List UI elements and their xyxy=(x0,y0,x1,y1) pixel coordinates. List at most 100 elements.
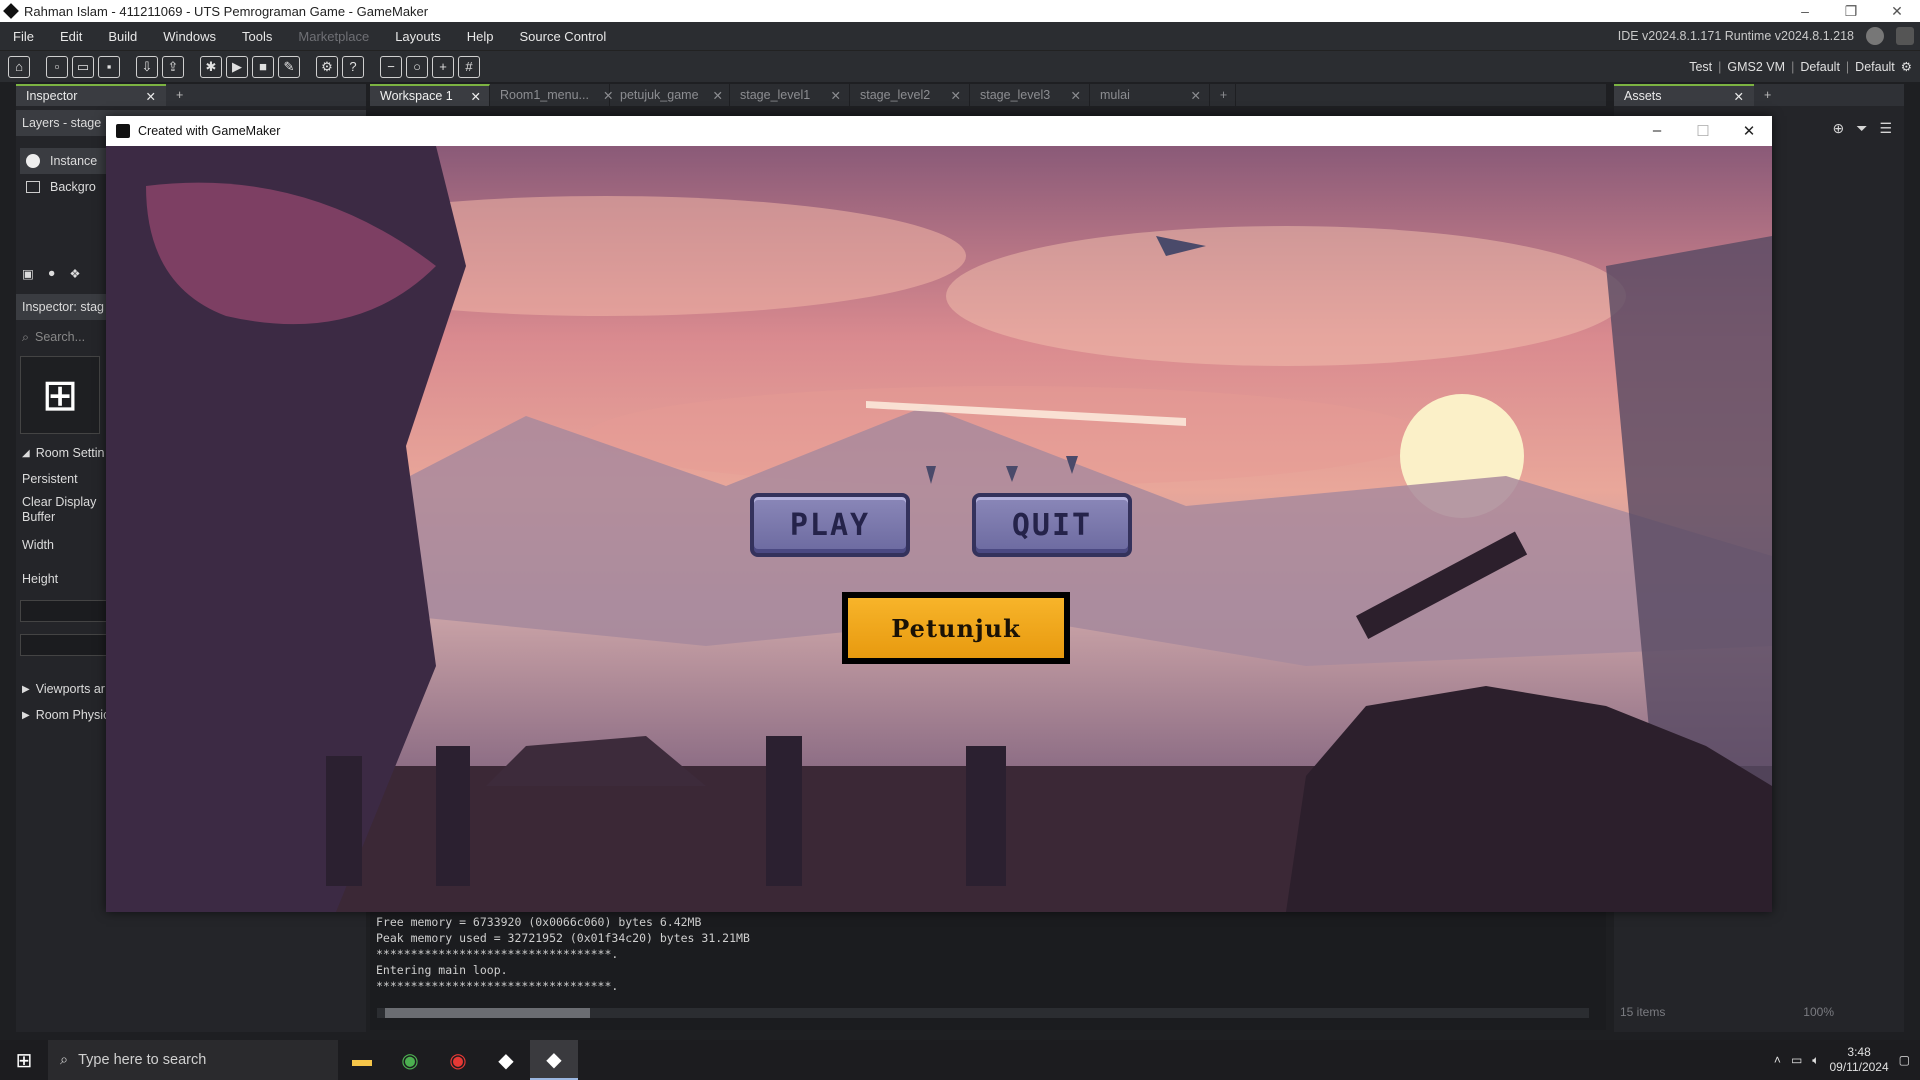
open-project-icon[interactable]: ▭ xyxy=(72,55,94,78)
menu-help[interactable]: Help xyxy=(454,29,507,44)
search-icon: ⌕ xyxy=(22,329,30,344)
target-vm[interactable]: GMS2 VM xyxy=(1727,60,1785,74)
gamemaker-logo-icon xyxy=(3,3,19,19)
restore-button[interactable]: ❐ xyxy=(1828,3,1874,20)
menu-build[interactable]: Build xyxy=(95,29,150,44)
taskbar-search[interactable]: ⌕ Type here to search xyxy=(48,1040,338,1080)
clear-display-buffer-label: Clear Display Buffer xyxy=(22,495,97,524)
add-asset-icon[interactable]: ⊕ xyxy=(1833,120,1845,137)
close-icon[interactable]: ✕ xyxy=(146,89,156,104)
version-info: IDE v2024.8.1.171 Runtime v2024.8.1.218 xyxy=(1617,29,1854,43)
tab-stage-level2[interactable]: stage_level2 ✕ xyxy=(850,84,970,106)
settings-icon[interactable]: ⚙ xyxy=(316,55,338,78)
gamemaker-game-icon[interactable]: ◆ xyxy=(530,1040,578,1080)
zoom-in-icon[interactable]: + xyxy=(432,55,454,78)
save-icon[interactable]: ▪ xyxy=(98,55,120,78)
target-gear-icon[interactable]: ⚙ xyxy=(1901,59,1912,74)
game-window-title: Created with GameMaker xyxy=(138,124,281,138)
new-project-icon[interactable]: ▫ xyxy=(46,55,68,78)
menu-file[interactable]: File xyxy=(0,29,47,44)
package-icon[interactable]: ⇩ xyxy=(136,55,158,78)
zoom-reset-icon[interactable]: ○ xyxy=(406,55,428,78)
close-button[interactable]: ✕ xyxy=(1726,122,1772,140)
tab-assets[interactable]: Assets ✕ xyxy=(1614,84,1754,106)
close-icon[interactable]: ✕ xyxy=(1191,88,1201,103)
network-icon[interactable]: ▭ xyxy=(1791,1053,1802,1067)
maximize-button[interactable]: ☐ xyxy=(1680,122,1726,140)
tab-stage-level1[interactable]: stage_level1 ✕ xyxy=(730,84,850,106)
minimize-button[interactable]: – xyxy=(1782,3,1828,20)
menu-icon[interactable]: ☰ xyxy=(1879,120,1892,137)
help-icon[interactable]: ? xyxy=(342,55,364,78)
gamemaker-ide-icon[interactable]: ◆ xyxy=(482,1040,530,1080)
volume-icon[interactable]: 🔈︎ xyxy=(1812,1053,1819,1068)
create-exe-icon[interactable]: ⇪ xyxy=(162,55,184,78)
workspace-tabs: Workspace 1 ✕ Room1_menu... ✕ petujuk_game… xyxy=(370,84,1606,106)
ide-window-title: Rahman Islam - 411211069 - UTS Pemrogram… xyxy=(24,3,429,19)
menu-tools[interactable]: Tools xyxy=(229,29,285,44)
output-scrollbar[interactable] xyxy=(377,1008,1589,1018)
system-tray: ˄ ▭ 🔈︎ 3:48 09/11/2024 ▢ xyxy=(1774,1045,1920,1075)
target-test[interactable]: Test xyxy=(1689,60,1712,74)
menu-source-control[interactable]: Source Control xyxy=(507,29,620,44)
close-icon[interactable]: ✕ xyxy=(951,88,961,103)
tab-petujuk-game[interactable]: petujuk_game ✕ xyxy=(610,84,730,106)
close-button[interactable]: ✕ xyxy=(1874,3,1920,20)
add-tab-icon[interactable]: + xyxy=(166,88,193,102)
close-icon[interactable]: ✕ xyxy=(471,89,481,104)
chat-icon[interactable] xyxy=(1896,27,1914,45)
stop-icon[interactable]: ■ xyxy=(252,55,274,78)
ide-title-bar: Rahman Islam - 411211069 - UTS Pemrogram… xyxy=(0,0,1920,22)
debug-icon[interactable]: ✱ xyxy=(200,55,222,78)
tab-room1-menu[interactable]: Room1_menu... ✕ xyxy=(490,84,613,106)
run-icon[interactable]: ▶ xyxy=(226,55,248,78)
menu-windows[interactable]: Windows xyxy=(150,29,229,44)
add-tab-icon[interactable]: + xyxy=(1754,88,1781,102)
grid-icon[interactable]: # xyxy=(458,55,480,78)
game-scene: PLAY QUIT Petunjuk xyxy=(106,146,1772,912)
clock-date: 09/11/2024 xyxy=(1829,1060,1889,1074)
account-icon[interactable] xyxy=(1866,27,1884,45)
add-tab-icon[interactable]: + xyxy=(1210,84,1236,106)
room-preview-icon: ⊞ xyxy=(20,356,100,434)
add-instance-layer-icon[interactable]: ● xyxy=(48,266,56,280)
chrome-profile-icon[interactable]: ◉ xyxy=(434,1040,482,1080)
tab-stage-level3[interactable]: stage_level3 ✕ xyxy=(970,84,1090,106)
menu-layouts[interactable]: Layouts xyxy=(382,29,454,44)
minimize-button[interactable]: – xyxy=(1634,122,1680,140)
search-icon: ⌕ xyxy=(60,1052,69,1068)
target-selector[interactable]: Test | GMS2 VM | Default | Default ⚙ xyxy=(1689,59,1920,75)
output-line: **********************************. xyxy=(376,947,619,961)
menu-marketplace[interactable]: Marketplace xyxy=(285,29,382,44)
close-icon[interactable]: ✕ xyxy=(1071,88,1081,103)
close-icon[interactable]: ✕ xyxy=(831,88,841,103)
tab-mulai[interactable]: mulai ✕ xyxy=(1090,84,1210,106)
assets-count: 15 items xyxy=(1620,1005,1666,1019)
close-icon[interactable]: ✕ xyxy=(1734,89,1744,104)
chrome-icon[interactable]: ◉ xyxy=(386,1040,434,1080)
gamemaker-logo-icon xyxy=(116,124,130,138)
tab-workspace-1[interactable]: Workspace 1 ✕ xyxy=(370,84,490,106)
output-line: Peak memory used = 32721952 (0x01f34c20)… xyxy=(376,931,750,945)
target-config[interactable]: Default xyxy=(1800,60,1840,74)
scrollbar-thumb[interactable] xyxy=(385,1008,590,1018)
add-background-layer-icon[interactable]: ▣ xyxy=(22,266,34,281)
tab-inspector[interactable]: Inspector ✕ xyxy=(16,84,166,106)
add-tile-layer-icon[interactable]: ❖ xyxy=(69,266,80,281)
quit-button[interactable]: QUIT xyxy=(972,493,1132,557)
play-button[interactable]: PLAY xyxy=(750,493,910,557)
file-explorer-icon[interactable]: ▬ xyxy=(338,1040,386,1080)
clean-icon[interactable]: ✎ xyxy=(278,55,300,78)
target-device[interactable]: Default xyxy=(1855,60,1895,74)
notifications-icon[interactable]: ▢ xyxy=(1899,1053,1910,1067)
menu-edit[interactable]: Edit xyxy=(47,29,95,44)
close-icon[interactable]: ✕ xyxy=(713,88,723,103)
home-icon[interactable]: ⌂ xyxy=(8,55,30,78)
filter-icon[interactable]: ⏷ xyxy=(1856,120,1867,137)
petunjuk-button[interactable]: Petunjuk xyxy=(842,592,1070,664)
clock[interactable]: 3:48 09/11/2024 xyxy=(1829,1045,1888,1075)
windows-start-icon[interactable]: ⊞ xyxy=(0,1040,48,1080)
zoom-out-icon[interactable]: − xyxy=(380,55,402,78)
chevron-up-icon[interactable]: ˄ xyxy=(1774,1053,1781,1067)
assets-zoom: 100% xyxy=(1803,1005,1834,1019)
